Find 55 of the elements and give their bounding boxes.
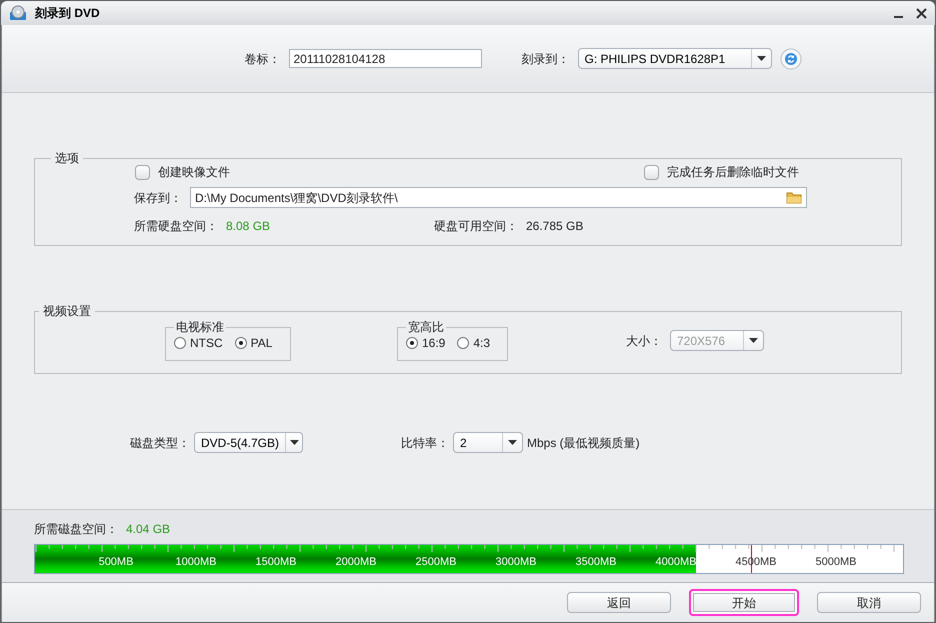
window-title: 刻录到 DVD: [35, 5, 101, 22]
radio-button[interactable]: [406, 337, 418, 349]
checkbox-label: 创建映像文件: [158, 164, 230, 181]
radio-button[interactable]: [174, 337, 186, 349]
required-space-value: 8.08 GB: [226, 218, 272, 235]
refresh-icon[interactable]: [780, 48, 802, 70]
group-title: 宽高比: [407, 319, 445, 336]
radio-label: NTSC: [190, 335, 223, 352]
disc-icon: [9, 5, 27, 21]
required-disc-space-label: 所需磁盘空间：: [34, 521, 118, 538]
caret-icon: [508, 440, 517, 445]
radio-label: PAL: [250, 335, 272, 352]
required-disc-space-value: 4.04 GB: [126, 521, 170, 538]
dialog-button[interactable]: 取消: [817, 592, 921, 613]
scale-label: 500MB: [98, 557, 134, 568]
burn-to-label: 刻录到：: [522, 50, 570, 68]
radio-label: 4:3: [473, 335, 490, 352]
folder-icon[interactable]: [786, 191, 802, 204]
bitrate-unit: Mbps (最低视频质量): [527, 434, 640, 452]
scale-label: 3500MB: [576, 557, 616, 568]
radio-button[interactable]: [234, 337, 247, 349]
scale-label: 4000MB: [656, 557, 696, 568]
save-path-field[interactable]: D:\My Documents\狸窝\DVD刻录软件\: [190, 187, 807, 208]
group-title: 电视标准: [175, 319, 225, 336]
free-space-label: 硬盘可用空间：: [434, 218, 518, 235]
scale-label: 3000MB: [496, 557, 536, 568]
group-title: 选项: [54, 150, 80, 167]
disc-type-dropdown[interactable]: DVD-5(4.7GB): [194, 432, 303, 453]
size-label: 大小：: [626, 332, 662, 350]
volume-field[interactable]: 20111028104128: [288, 49, 482, 68]
radio-button[interactable]: [457, 337, 470, 349]
radio-label: 16:9: [422, 335, 446, 352]
save-to-label: 保存到：: [134, 190, 182, 206]
scale-label: 5000MB: [816, 557, 856, 568]
checkbox[interactable]: [135, 164, 150, 180]
bitrate-dropdown[interactable]: 2: [453, 432, 523, 453]
caret-icon: [749, 338, 758, 343]
disc-type-label: 磁盘类型：: [130, 434, 190, 452]
checkbox-label: 完成任务后删除临时文件: [667, 164, 799, 181]
bitrate-label: 比特率：: [401, 434, 449, 452]
scale-label: 1000MB: [176, 557, 216, 568]
scale-label: 1500MB: [256, 557, 296, 568]
caret-icon: [756, 56, 766, 61]
dialog-button[interactable]: 返回: [567, 592, 671, 613]
caret-icon: [290, 440, 299, 445]
group-title: 视频设置: [42, 303, 92, 320]
volume-label: 卷标：: [244, 50, 280, 68]
dialog-button[interactable]: 开始: [689, 589, 799, 616]
scale-label: 2000MB: [336, 557, 376, 568]
scale-label: 2500MB: [416, 557, 456, 568]
required-space-label: 所需硬盘空间：: [134, 218, 218, 235]
drive-dropdown[interactable]: G: PHILIPS DVDR1628P1: [578, 48, 772, 69]
checkbox[interactable]: [644, 164, 659, 180]
close-icon[interactable]: [916, 8, 927, 18]
free-space-value: 26.785 GB: [526, 218, 584, 235]
